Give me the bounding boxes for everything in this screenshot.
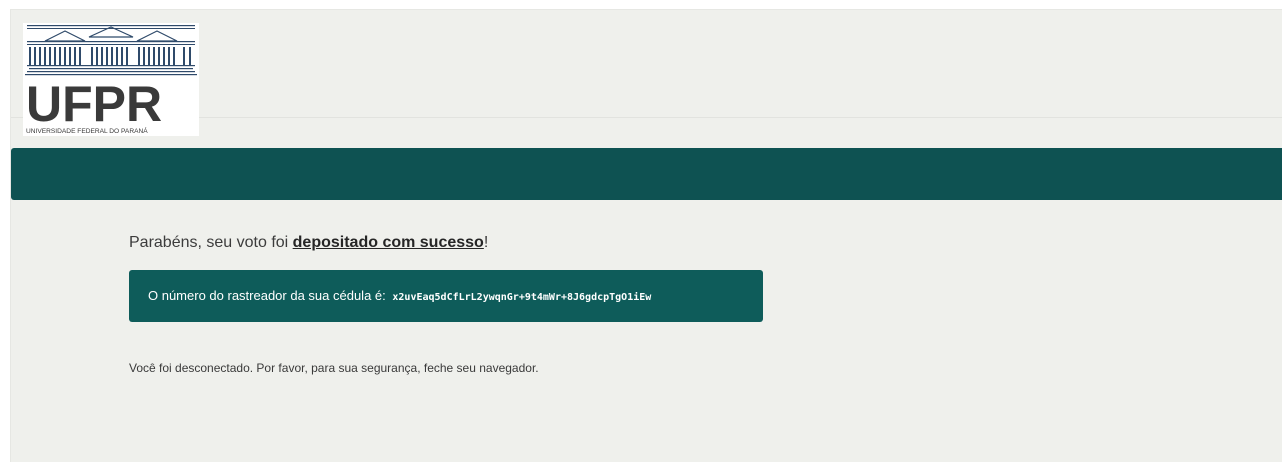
ufpr-wordmark: UFPR	[26, 76, 162, 132]
tracker-label: O número do rastreador da sua cédula é:	[148, 288, 386, 303]
success-emphasis: depositado com sucesso	[292, 234, 484, 251]
brand-bar	[11, 148, 1282, 200]
tracker-code[interactable]: x2uvEaq5dCfLrL2ywqnGr+9t4mWr+8J6gdcpTgO1…	[392, 292, 651, 303]
logout-message: Você foi desconectado. Por favor, para s…	[129, 361, 539, 375]
success-suffix: !	[483, 234, 489, 251]
ballot-tracker-box: O número do rastreador da sua cédula é: …	[129, 270, 763, 322]
ufpr-logo: UFPR UNIVERSIDADE FEDERAL DO PARANÁ	[23, 23, 199, 136]
success-message: Parabéns, seu voto foi depositado com su…	[129, 234, 488, 252]
page-container: UFPR UNIVERSIDADE FEDERAL DO PARANÁ Para…	[10, 9, 1282, 462]
ufpr-building-logo-icon: UFPR UNIVERSIDADE FEDERAL DO PARANÁ	[25, 25, 197, 135]
header	[11, 10, 1282, 118]
success-prefix: Parabéns, seu voto foi	[129, 234, 293, 251]
ufpr-subtitle: UNIVERSIDADE FEDERAL DO PARANÁ	[26, 126, 148, 135]
